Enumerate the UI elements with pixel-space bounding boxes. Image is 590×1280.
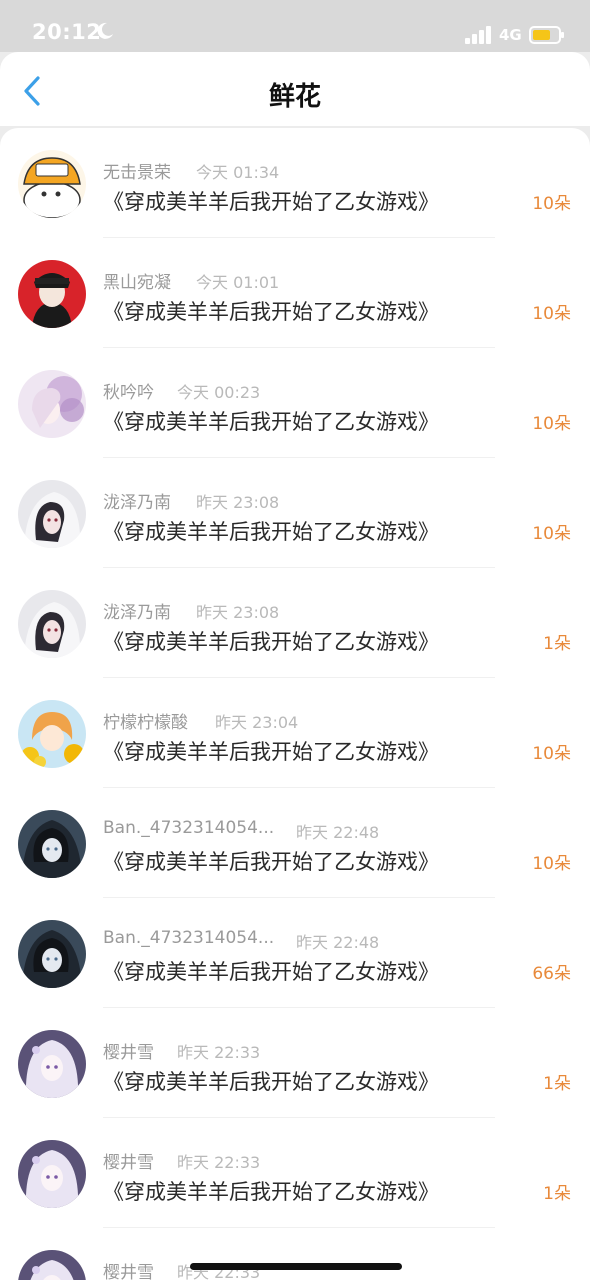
flower-count: 1朵 (543, 1074, 571, 1094)
battery-icon (529, 26, 564, 44)
user-name[interactable]: 黑山宛凝 (103, 268, 171, 293)
flower-count: 10朵 (532, 524, 571, 544)
avatar[interactable] (18, 150, 86, 218)
avatar[interactable] (18, 480, 86, 548)
avatar[interactable] (18, 590, 86, 658)
signal-icon (465, 26, 491, 44)
flower-count: 10朵 (532, 854, 571, 874)
list-item[interactable]: 无击景荣 今天 01:34 《穿成美羊羊后我开始了乙女游戏》 10朵 (0, 128, 590, 238)
flower-count: 66朵 (532, 964, 571, 984)
book-title: 《穿成美羊羊后我开始了乙女游戏》 (103, 850, 439, 874)
timestamp: 今天 00:23 (177, 383, 261, 402)
flower-count: 1朵 (543, 1184, 571, 1204)
avatar[interactable] (18, 700, 86, 768)
list-item[interactable]: 泷泽乃南 昨天 23:08 《穿成美羊羊后我开始了乙女游戏》 1朵 (0, 568, 590, 678)
list-item[interactable]: 秋吟吟 今天 00:23 《穿成美羊羊后我开始了乙女游戏》 10朵 (0, 348, 590, 458)
book-title: 《穿成美羊羊后我开始了乙女游戏》 (103, 520, 439, 544)
book-title: 《穿成美羊羊后我开始了乙女游戏》 (103, 630, 439, 654)
flower-count: 10朵 (532, 744, 571, 764)
list-item[interactable]: Ban._4732314054... 昨天 22:48 《穿成美羊羊后我开始了乙… (0, 898, 590, 1008)
user-name[interactable]: 樱井雪 (103, 1038, 154, 1063)
user-name[interactable]: 无击景荣 (103, 158, 171, 183)
book-title: 《穿成美羊羊后我开始了乙女游戏》 (103, 190, 439, 214)
book-title: 《穿成美羊羊后我开始了乙女游戏》 (103, 960, 439, 984)
moon-icon (97, 22, 113, 39)
user-name[interactable]: 樱井雪 (103, 1148, 154, 1173)
list-item[interactable]: 黑山宛凝 今天 01:01 《穿成美羊羊后我开始了乙女游戏》 10朵 (0, 238, 590, 348)
list-item[interactable]: 樱井雪 昨天 22:33 (0, 1228, 590, 1280)
timestamp: 昨天 22:48 (296, 933, 380, 952)
user-name[interactable]: 泷泽乃南 (103, 598, 171, 623)
avatar[interactable] (18, 370, 86, 438)
list-item[interactable]: 樱井雪 昨天 22:33 《穿成美羊羊后我开始了乙女游戏》 1朵 (0, 1008, 590, 1118)
timestamp: 昨天 22:33 (177, 1043, 261, 1062)
timestamp: 昨天 23:08 (196, 603, 280, 622)
user-name[interactable]: 樱井雪 (103, 1258, 154, 1280)
timestamp: 今天 01:01 (196, 273, 280, 292)
user-name[interactable]: 秋吟吟 (103, 378, 154, 403)
list-item[interactable]: 柠檬柠檬酸 昨天 23:04 《穿成美羊羊后我开始了乙女游戏》 10朵 (0, 678, 590, 788)
book-title: 《穿成美羊羊后我开始了乙女游戏》 (103, 410, 439, 434)
flower-count: 10朵 (532, 304, 571, 324)
user-name[interactable]: 泷泽乃南 (103, 488, 171, 513)
avatar[interactable] (18, 920, 86, 988)
book-title: 《穿成美羊羊后我开始了乙女游戏》 (103, 1180, 439, 1204)
timestamp: 昨天 23:04 (215, 713, 299, 732)
home-indicator[interactable] (190, 1263, 402, 1270)
flower-count: 10朵 (532, 194, 571, 214)
avatar[interactable] (18, 810, 86, 878)
flower-record-list: 无击景荣 今天 01:34 《穿成美羊羊后我开始了乙女游戏》 10朵 黑山宛凝 … (0, 128, 590, 1280)
page-title: 鲜花 (268, 82, 321, 112)
user-name[interactable]: 柠檬柠檬酸 (103, 708, 188, 733)
network-type: 4G (499, 26, 522, 44)
timestamp: 今天 01:34 (196, 163, 280, 182)
list-item[interactable]: Ban._4732314054... 昨天 22:48 《穿成美羊羊后我开始了乙… (0, 788, 590, 898)
book-title: 《穿成美羊羊后我开始了乙女游戏》 (103, 740, 439, 764)
timestamp: 昨天 22:48 (296, 823, 380, 842)
nav-bar: 鲜花 (0, 52, 590, 126)
timestamp: 昨天 22:33 (177, 1153, 261, 1172)
flower-count: 10朵 (532, 414, 571, 434)
avatar[interactable] (18, 1140, 86, 1208)
list-item[interactable]: 泷泽乃南 昨天 23:08 《穿成美羊羊后我开始了乙女游戏》 10朵 (0, 458, 590, 568)
status-bar: 20:12 4G (0, 0, 590, 52)
avatar[interactable] (18, 1030, 86, 1098)
avatar[interactable] (18, 260, 86, 328)
user-name[interactable]: Ban._4732314054... (103, 818, 274, 838)
book-title: 《穿成美羊羊后我开始了乙女游戏》 (103, 1070, 439, 1094)
user-name[interactable]: Ban._4732314054... (103, 928, 274, 948)
timestamp: 昨天 23:08 (196, 493, 280, 512)
flower-count: 1朵 (543, 634, 571, 654)
clock: 20:12 (32, 20, 102, 44)
avatar[interactable] (18, 1250, 86, 1280)
book-title: 《穿成美羊羊后我开始了乙女游戏》 (103, 300, 439, 324)
list-item[interactable]: 樱井雪 昨天 22:33 《穿成美羊羊后我开始了乙女游戏》 1朵 (0, 1118, 590, 1228)
